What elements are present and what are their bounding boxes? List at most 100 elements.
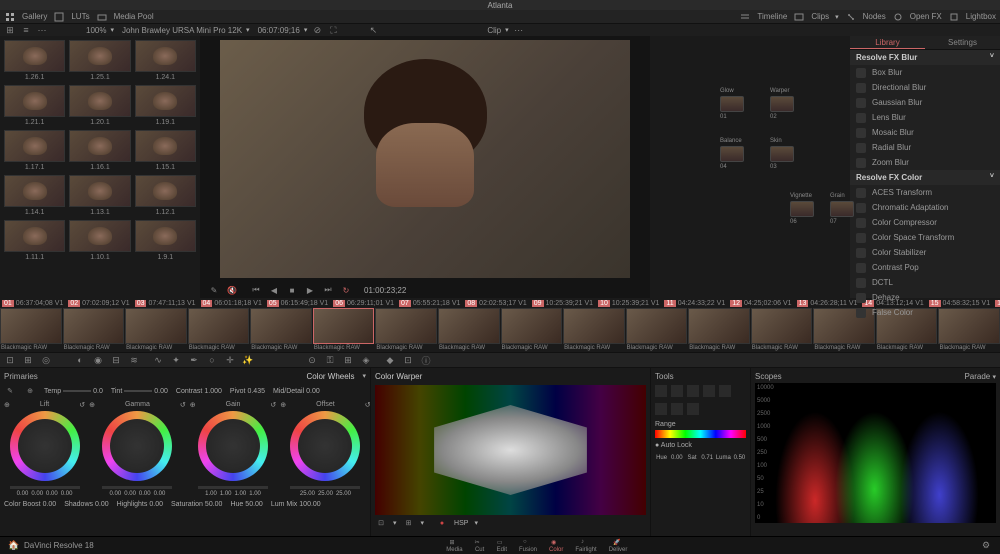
3d-icon[interactable]: ◈ — [360, 354, 372, 366]
mediapool-label[interactable]: Media Pool — [114, 12, 154, 21]
warper-icon[interactable]: ✦ — [170, 354, 182, 366]
reset-tool-icon[interactable] — [671, 403, 683, 415]
page-edit[interactable]: ▭Edit — [497, 539, 507, 553]
scopes-toggle-icon[interactable]: ⊡ — [402, 354, 414, 366]
gallery-icon[interactable] — [4, 11, 16, 23]
offset-wheel[interactable] — [290, 411, 360, 481]
color-node[interactable] — [770, 146, 794, 162]
gallery-still[interactable]: 1.9.1 — [135, 220, 196, 261]
fx-item[interactable]: Chromatic Adaptation — [850, 200, 1000, 215]
fx-item[interactable]: Contrast Pop — [850, 260, 1000, 275]
luts-label[interactable]: LUTs — [71, 12, 89, 21]
gallery-still[interactable]: 1.20.1 — [69, 85, 130, 126]
lightbox-icon[interactable] — [948, 11, 960, 23]
timeline-clip[interactable]: Blackmagic RAW — [438, 308, 500, 352]
clip-dropdown[interactable]: ▾ — [246, 26, 250, 34]
gallery-still[interactable]: 1.12.1 — [135, 175, 196, 216]
expand-icon[interactable]: ⛶ — [327, 24, 339, 36]
lightbox-label[interactable]: Lightbox — [966, 12, 996, 21]
timeline-clip[interactable]: Blackmagic RAW — [313, 308, 375, 352]
cam-raw-icon[interactable]: ⊡ — [4, 354, 16, 366]
stop-icon[interactable]: ■ — [286, 284, 298, 296]
openfx-label[interactable]: Open FX — [910, 12, 942, 21]
settings-tab[interactable]: Settings — [925, 36, 1000, 49]
qualifier-icon[interactable]: ✒ — [188, 354, 200, 366]
zoom-level[interactable]: 100% — [86, 26, 106, 35]
gallery-still[interactable]: 1.25.1 — [69, 40, 130, 81]
gallery-still[interactable]: 1.11.1 — [4, 220, 65, 261]
bypass-icon[interactable]: ⊘ — [311, 24, 323, 36]
fx-item[interactable]: Box Blur — [850, 65, 1000, 80]
gallery-still[interactable]: 1.24.1 — [135, 40, 196, 81]
gallery-label[interactable]: Gallery — [22, 12, 47, 21]
fx-item[interactable]: False Color — [850, 305, 1000, 320]
gallery-still[interactable]: 1.16.1 — [69, 130, 130, 171]
nodes-icon[interactable] — [845, 11, 857, 23]
zoom-dropdown[interactable]: ▾ — [110, 26, 114, 34]
hdr-icon[interactable]: ◉ — [92, 354, 104, 366]
push-tool-icon[interactable] — [719, 385, 731, 397]
rgb-mixer-icon[interactable]: ⊟ — [110, 354, 122, 366]
prev-frame-icon[interactable]: ◀ — [268, 284, 280, 296]
timeline-label[interactable]: Timeline — [757, 12, 787, 21]
luts-icon[interactable] — [53, 11, 65, 23]
fx-item[interactable]: Radial Blur — [850, 140, 1000, 155]
lift-wheel[interactable] — [10, 411, 80, 481]
timeline-clip[interactable]: Blackmagic RAW — [688, 308, 750, 352]
timeline-clip[interactable]: Blackmagic RAW — [375, 308, 437, 352]
timeline-clip[interactable]: Blackmagic RAW — [63, 308, 125, 352]
timeline-icon[interactable] — [739, 11, 751, 23]
viewer-image[interactable] — [220, 40, 630, 278]
color-checker-icon[interactable]: ⊞ — [22, 354, 34, 366]
color-node[interactable] — [720, 96, 744, 112]
scopes-mode[interactable]: Parade — [964, 372, 990, 381]
parade-scope[interactable]: 100005000250010005002501005025100 — [755, 383, 996, 523]
gallery-still[interactable]: 1.15.1 — [135, 130, 196, 171]
gain-wheel[interactable] — [198, 411, 268, 481]
timeline-clip[interactable]: Blackmagic RAW — [0, 308, 62, 352]
gallery-still[interactable]: 1.10.1 — [69, 220, 130, 261]
gallery-still[interactable]: 1.19.1 — [135, 85, 196, 126]
fx-item[interactable]: Color Space Transform — [850, 230, 1000, 245]
stills-view-icon[interactable]: ⊞ — [4, 24, 16, 36]
smooth-tool-icon[interactable] — [655, 403, 667, 415]
node-graph[interactable]: Glow01Warper02Balance04Skin03Vignette06G… — [650, 36, 850, 298]
mediapool-icon[interactable] — [96, 11, 108, 23]
page-media[interactable]: ⊞Media — [446, 539, 462, 553]
fx-category-color[interactable]: Resolve FX Color˅ — [850, 170, 1000, 185]
blur-icon[interactable]: ⊙ — [306, 354, 318, 366]
tracking-icon[interactable]: ✛ — [224, 354, 236, 366]
pointer-icon[interactable]: ↖ — [367, 24, 379, 36]
picker-icon[interactable]: ✎ — [208, 284, 220, 296]
keyframe-icon[interactable]: ◆ — [384, 354, 396, 366]
page-fusion[interactable]: ○Fusion — [519, 539, 537, 553]
timeline-clip[interactable]: Blackmagic RAW — [626, 308, 688, 352]
warper-hsp[interactable]: HSP — [454, 520, 468, 527]
gain-master[interactable] — [198, 486, 268, 489]
node-options-icon[interactable]: ⋯ — [513, 24, 525, 36]
color-node[interactable] — [790, 201, 814, 217]
increase-tool-icon[interactable] — [687, 403, 699, 415]
gallery-still[interactable]: 1.26.1 — [4, 40, 65, 81]
offset-master[interactable] — [290, 486, 360, 489]
page-deliver[interactable]: 🚀Deliver — [609, 539, 628, 553]
target-icon[interactable]: ◎ — [40, 354, 52, 366]
clip-mode[interactable]: Clip — [487, 26, 501, 35]
window-icon[interactable]: ○ — [206, 354, 218, 366]
timeline-clip[interactable]: Blackmagic RAW — [125, 308, 187, 352]
options-icon[interactable]: ⋯ — [36, 24, 48, 36]
play-icon[interactable]: ▶ — [304, 284, 316, 296]
openfx-icon[interactable] — [892, 11, 904, 23]
fx-category-blur[interactable]: Resolve FX Blur˅ — [850, 50, 1000, 65]
curves-icon[interactable]: ∿ — [152, 354, 164, 366]
gallery-still[interactable]: 1.21.1 — [4, 85, 65, 126]
fx-item[interactable]: Mosaic Blur — [850, 125, 1000, 140]
warper-mode-icon[interactable]: ⊡ — [375, 517, 387, 529]
home-icon[interactable]: 🏠 — [8, 540, 20, 552]
nodes-label[interactable]: Nodes — [863, 12, 886, 21]
mute-icon[interactable]: 🔇 — [226, 284, 238, 296]
next-frame-icon[interactable]: ⏭ — [322, 284, 334, 296]
timeline-clip[interactable]: Blackmagic RAW — [188, 308, 250, 352]
autolock-radio[interactable]: ● — [655, 442, 659, 449]
info-icon[interactable]: ⓘ — [420, 354, 432, 366]
